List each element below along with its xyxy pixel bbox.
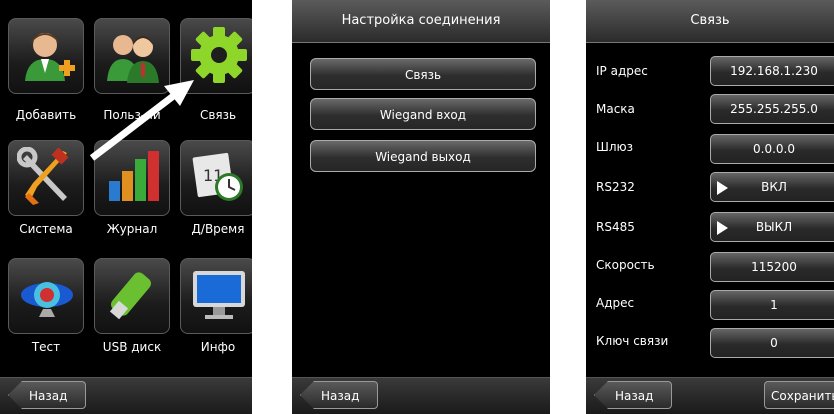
address-label: Адрес: [596, 296, 635, 310]
rs232-value: ВКЛ: [761, 180, 787, 194]
page-title: Связь: [586, 0, 834, 43]
save-button[interactable]: Сохранить: [764, 381, 834, 409]
comm-key-field[interactable]: 0: [710, 328, 834, 358]
comm-key-label: Ключ связи: [596, 334, 669, 348]
connection-settings-screen: Настройка соединения Связь Wiegand вход …: [292, 0, 550, 414]
rs232-toggle[interactable]: ВКЛ: [710, 172, 834, 202]
rs485-label: RS485: [596, 220, 635, 234]
back-button[interactable]: Назад: [300, 381, 378, 409]
gateway-field[interactable]: 0.0.0.0: [710, 134, 834, 164]
back-button[interactable]: Назад: [8, 381, 86, 409]
rs232-label: RS232: [596, 180, 635, 194]
bottom-bar: Назад Сохранить: [586, 377, 834, 414]
speed-label: Скорость: [596, 258, 655, 272]
mask-field[interactable]: 255.255.255.0: [710, 94, 834, 124]
address-field[interactable]: 1: [710, 290, 834, 320]
page-title: Настройка соединения: [292, 0, 550, 43]
gateway-label: Шлюз: [596, 140, 633, 154]
rs485-value: ВЫКЛ: [755, 220, 793, 234]
back-button[interactable]: Назад: [594, 381, 672, 409]
speed-field[interactable]: 115200: [710, 252, 834, 282]
menu-item-wiegand-output[interactable]: Wiegand выход: [310, 140, 536, 172]
mask-label: Маска: [596, 102, 635, 116]
main-menu-screen: Добавить Польз-ли Связь 11 Система Журна…: [0, 0, 252, 414]
play-icon: [717, 181, 728, 195]
bottom-bar: Назад: [0, 377, 252, 414]
menu-item-wiegand-input[interactable]: Wiegand вход: [310, 98, 536, 130]
ip-address-label: IP адрес: [596, 64, 648, 78]
bottom-bar: Назад: [292, 377, 550, 414]
communication-screen: Связь IP адрес 192.168.1.230 Маска 255.2…: [586, 0, 834, 414]
ip-address-field[interactable]: 192.168.1.230: [710, 56, 834, 86]
rs485-toggle[interactable]: ВЫКЛ: [710, 212, 834, 242]
play-icon: [717, 221, 728, 235]
arrow-icon: [89, 80, 194, 161]
menu-item-communication[interactable]: Связь: [310, 58, 536, 90]
